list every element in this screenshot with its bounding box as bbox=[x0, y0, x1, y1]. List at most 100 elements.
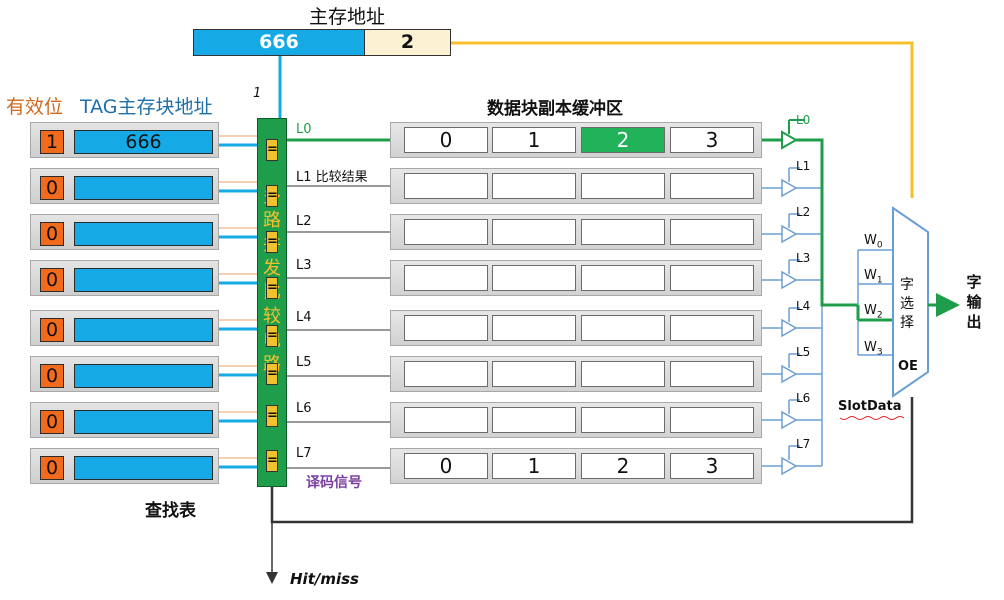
buffer-row-7: 0 1 2 3 bbox=[390, 448, 762, 484]
word-select-label: 字选择 bbox=[900, 277, 914, 331]
comparator-5: = bbox=[266, 363, 278, 385]
buffer-cell: 0 bbox=[404, 127, 488, 153]
buffer-cell bbox=[404, 173, 488, 199]
comparator-7: = bbox=[266, 450, 278, 472]
line-label-l0: L0 bbox=[296, 122, 312, 137]
w1-label: W1 bbox=[864, 268, 883, 286]
buffer-title: 数据块副本缓冲区 bbox=[487, 99, 623, 119]
line-label-l5: L5 bbox=[296, 355, 312, 370]
buffer-row-6 bbox=[390, 402, 762, 438]
tristate-label-l7: L7 bbox=[796, 437, 811, 451]
buffer-cell bbox=[581, 219, 665, 245]
buffer-cell bbox=[581, 361, 665, 387]
valid-bit: 1 bbox=[40, 130, 64, 154]
w-subscript: 2 bbox=[876, 310, 883, 321]
tristate-label-l3: L3 bbox=[796, 251, 811, 265]
buffer-cell: 3 bbox=[670, 127, 754, 153]
valid-bit: 0 bbox=[40, 176, 64, 200]
valid-bit: 0 bbox=[40, 456, 64, 480]
w2-label: W2 bbox=[864, 303, 883, 321]
comparator-1: = bbox=[266, 185, 278, 207]
lookup-table-title: 查找表 bbox=[145, 501, 196, 521]
buffer-cell bbox=[581, 407, 665, 433]
line-label-l3: L3 bbox=[296, 258, 312, 273]
lookup-row-4: 0 bbox=[30, 310, 219, 346]
buffer-row-0: 0 1 2 3 bbox=[390, 122, 762, 158]
lookup-row-7: 0 bbox=[30, 448, 219, 484]
buffer-row-1 bbox=[390, 168, 762, 204]
valid-bit: 0 bbox=[40, 222, 64, 246]
decode-signal-label: 译码信号 bbox=[306, 475, 362, 491]
buffer-cell bbox=[581, 315, 665, 341]
buffer-cell bbox=[404, 219, 488, 245]
tristate-l0 bbox=[781, 130, 799, 150]
buffer-row-5 bbox=[390, 356, 762, 392]
buffer-row-4 bbox=[390, 310, 762, 346]
lookup-row-3: 0 bbox=[30, 260, 219, 296]
buffer-row-2 bbox=[390, 214, 762, 250]
tag-row-wires bbox=[219, 135, 257, 469]
buffer-cell bbox=[670, 315, 754, 341]
buffer-row-3 bbox=[390, 260, 762, 296]
line-label-l2: L2 bbox=[296, 214, 312, 229]
comparator-4: = bbox=[266, 325, 278, 347]
buffer-cell-highlighted: 2 bbox=[581, 127, 665, 153]
tristate-label-l5: L5 bbox=[796, 345, 811, 359]
buffer-cell bbox=[670, 265, 754, 291]
line-label-l7: L7 bbox=[296, 446, 312, 461]
tristate-label-l6: L6 bbox=[796, 391, 811, 405]
line-label-l6: L6 bbox=[296, 401, 312, 416]
w-subscript: 3 bbox=[876, 347, 883, 358]
comparator-2: = bbox=[266, 231, 278, 253]
tristate-label-l2: L2 bbox=[796, 205, 811, 219]
buffer-cell bbox=[492, 219, 576, 245]
buffer-cell: 3 bbox=[670, 453, 754, 479]
buffer-cell bbox=[581, 265, 665, 291]
comparator-6: = bbox=[266, 405, 278, 427]
slotdata-label: SlotData bbox=[838, 399, 902, 414]
lookup-row-5: 0 bbox=[30, 356, 219, 392]
tag-field bbox=[74, 410, 213, 434]
tag-field: 666 bbox=[74, 130, 213, 154]
lookup-row-6: 0 bbox=[30, 402, 219, 438]
lookup-row-1: 0 bbox=[30, 168, 219, 204]
slotdata-underline bbox=[839, 416, 905, 420]
buffer-cell: 1 bbox=[492, 453, 576, 479]
line-label-l4: L4 bbox=[296, 310, 312, 325]
w-subscript: 1 bbox=[876, 275, 883, 286]
buffer-cell: 1 bbox=[492, 127, 576, 153]
valid-bit: 0 bbox=[40, 364, 64, 388]
tristate-buffers bbox=[755, 119, 805, 476]
w-subscript: 0 bbox=[876, 240, 883, 251]
buffer-cell bbox=[492, 265, 576, 291]
tristate-label-l1: L1 bbox=[796, 159, 811, 173]
buffer-cell bbox=[670, 219, 754, 245]
buffer-cell bbox=[670, 407, 754, 433]
hit-miss-label: Hit/miss bbox=[290, 570, 359, 588]
buffer-cell bbox=[404, 265, 488, 291]
buffer-cell bbox=[581, 173, 665, 199]
tristate-label-l4: L4 bbox=[796, 299, 811, 313]
word-output-label: 字输出 bbox=[966, 273, 982, 331]
buffer-cell bbox=[492, 173, 576, 199]
lookup-row-0: 1 666 bbox=[30, 122, 219, 158]
buffer-cell bbox=[404, 361, 488, 387]
comparator-3: = bbox=[266, 277, 278, 299]
buffer-cell bbox=[404, 315, 488, 341]
buffer-cell: 2 bbox=[581, 453, 665, 479]
line-label-l1: L1 比较结果 bbox=[296, 170, 368, 185]
buffer-cell bbox=[492, 315, 576, 341]
valid-bit: 0 bbox=[40, 268, 64, 292]
w3-label: W3 bbox=[864, 340, 883, 358]
buffer-cell bbox=[670, 361, 754, 387]
tag-field bbox=[74, 222, 213, 246]
tag-field bbox=[74, 268, 213, 292]
tag-field bbox=[74, 456, 213, 480]
buffer-cell bbox=[404, 407, 488, 433]
buffer-cell: 0 bbox=[404, 453, 488, 479]
tag-field bbox=[74, 176, 213, 200]
buffer-cell bbox=[670, 173, 754, 199]
oe-label: OE bbox=[898, 359, 918, 374]
valid-bit: 0 bbox=[40, 410, 64, 434]
buffer-cell bbox=[492, 407, 576, 433]
